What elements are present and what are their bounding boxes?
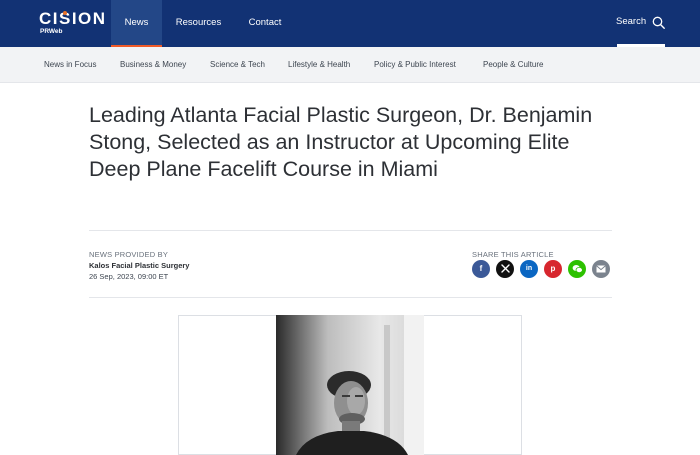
search-button[interactable]: Search — [616, 15, 665, 31]
subnav-lifestyle-health[interactable]: Lifestyle & Health — [288, 47, 350, 83]
cision-logo[interactable]: CISION PRWeb — [39, 10, 109, 38]
search-label: Search — [616, 16, 647, 27]
x-icon — [500, 264, 510, 273]
linkedin-icon: in — [525, 265, 533, 272]
pinterest-icon: p — [550, 264, 556, 273]
share-pinterest-button[interactable]: p — [544, 260, 562, 278]
article-headline: Leading Atlanta Facial Plastic Surgeon, … — [89, 103, 593, 181]
nav-news[interactable]: News — [111, 0, 162, 47]
share-label: SHARE THIS ARTICLE — [472, 250, 554, 259]
provider-name[interactable]: Kalos Facial Plastic Surgery — [89, 261, 189, 270]
share-email-button[interactable] — [592, 260, 610, 278]
share-linkedin-button[interactable]: in — [520, 260, 538, 278]
nav-contact[interactable]: Contact — [244, 0, 286, 47]
facebook-icon: f — [479, 264, 483, 273]
subnav-people-culture[interactable]: People & Culture — [483, 47, 543, 83]
share-facebook-button[interactable]: f — [472, 260, 490, 278]
logo-accent-dot — [63, 11, 67, 15]
share-wechat-button[interactable] — [568, 260, 586, 278]
top-navigation-bar: CISION PRWeb News Resources Contact Sear… — [0, 0, 700, 47]
divider-top — [89, 230, 612, 231]
news-provided-label: NEWS PROVIDED BY — [89, 250, 169, 259]
divider-bottom — [89, 297, 612, 298]
category-subnav: News in Focus Business & Money Science &… — [0, 47, 700, 83]
share-x-button[interactable] — [496, 260, 514, 278]
subnav-science-tech[interactable]: Science & Tech — [210, 47, 265, 83]
article-photo[interactable] — [276, 315, 424, 455]
subnav-news-in-focus[interactable]: News in Focus — [44, 47, 96, 83]
nav-resources[interactable]: Resources — [171, 0, 226, 47]
portrait-photo-illustration — [276, 315, 424, 455]
subnav-policy-public-interest[interactable]: Policy & Public Interest — [374, 47, 456, 83]
subnav-business-money[interactable]: Business & Money — [120, 47, 186, 83]
publish-date: 26 Sep, 2023, 09:00 ET — [89, 272, 169, 281]
email-icon — [596, 265, 606, 273]
search-icon — [652, 16, 665, 29]
wechat-icon — [572, 265, 583, 273]
